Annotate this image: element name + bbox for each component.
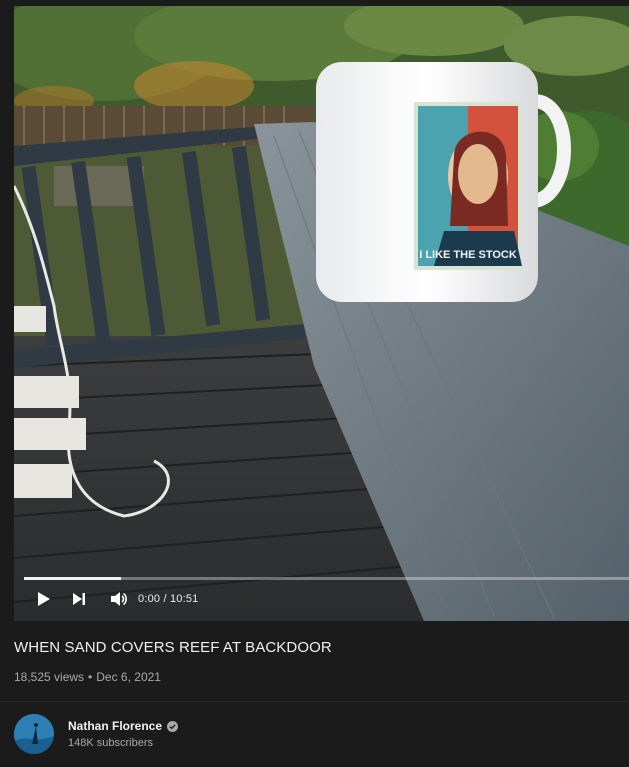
- divider: [0, 701, 629, 702]
- mug-caption: I LIKE THE STOCK: [419, 249, 517, 261]
- volume-button[interactable]: [110, 584, 128, 614]
- channel-name[interactable]: Nathan Florence: [68, 719, 162, 733]
- channel-row: Nathan Florence 148K subscribers: [14, 714, 179, 754]
- watch-page: I LIKE THE STOCK 0:00 / 10:51 WHEN SAND …: [0, 0, 629, 767]
- subscriber-count: 148K subscribers: [68, 737, 153, 749]
- verified-check-icon: [167, 720, 179, 732]
- avatar-image: [14, 714, 54, 754]
- channel-name-row: Nathan Florence: [68, 719, 179, 733]
- progress-fill: [24, 577, 121, 580]
- play-button[interactable]: [36, 584, 52, 614]
- next-button[interactable]: [70, 584, 88, 614]
- meta-separator: •: [88, 670, 93, 684]
- volume-icon: [111, 592, 127, 606]
- time-display: 0:00 / 10:51: [138, 593, 199, 605]
- channel-info: Nathan Florence 148K subscribers: [68, 719, 179, 749]
- player-controls: 0:00 / 10:51: [14, 584, 629, 614]
- video-meta: 18,525 views • Dec 6, 2021: [14, 670, 161, 684]
- video-title: WHEN SAND COVERS REEF AT BACKDOOR: [14, 639, 332, 656]
- publish-date: Dec 6, 2021: [96, 670, 161, 684]
- progress-bar[interactable]: [24, 577, 629, 580]
- skip-next-icon: [73, 593, 85, 605]
- view-count: 18,525 views: [14, 670, 85, 684]
- channel-avatar[interactable]: [14, 714, 54, 754]
- video-player[interactable]: I LIKE THE STOCK 0:00 / 10:51: [14, 6, 629, 621]
- video-frame: I LIKE THE STOCK: [14, 6, 629, 621]
- play-icon: [38, 592, 50, 606]
